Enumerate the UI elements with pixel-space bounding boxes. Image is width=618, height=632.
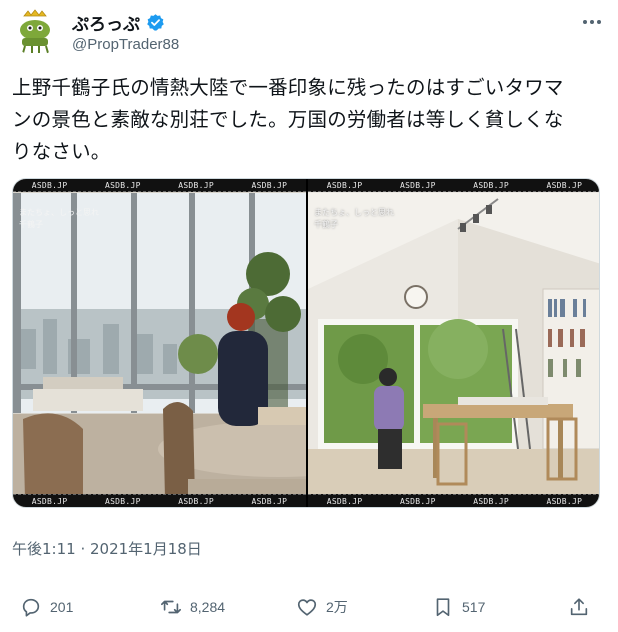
caption-line: またちょ、しっと思れ — [314, 208, 394, 217]
crowned-bug-avatar-icon — [12, 8, 60, 56]
caption-line: 千鶴子 — [314, 220, 338, 229]
like-count: 2万 — [326, 599, 348, 615]
tweet-text-line: ンの景色と素敵な別荘でした。万国の労働者は等しく貧しくな — [12, 108, 564, 131]
watermark-strip: ASDB.JP ASDB.JP ASDB.JP ASDB.JP — [308, 179, 599, 192]
reply-icon — [22, 598, 40, 617]
author-name-row[interactable]: ぷろっぷ — [72, 10, 165, 35]
reply-button[interactable]: 201 — [20, 596, 73, 618]
watermark-text: ASDB.JP — [104, 180, 141, 190]
watermark-text: ASDB.JP — [546, 496, 583, 506]
retweet-icon — [161, 600, 181, 614]
watermark-text: ASDB.JP — [251, 180, 288, 190]
watermark-text: ASDB.JP — [326, 180, 363, 190]
bookmark-count: 517 — [462, 599, 486, 615]
watermark-strip: ASDB.JP ASDB.JP ASDB.JP ASDB.JP — [13, 179, 306, 192]
tweet-media[interactable]: ASDB.JP ASDB.JP ASDB.JP ASDB.JP またちょ、しっと… — [12, 178, 600, 508]
tweet-timestamp[interactable]: 午後1:11 · 2021年1月18日 — [12, 538, 202, 559]
tweet-actions-bar: 201 8,284 2万 517 — [12, 596, 608, 628]
watermark-text: ASDB.JP — [326, 496, 363, 506]
tweet-text-line: りなさい。 — [12, 140, 111, 163]
watermark-strip: ASDB.JP ASDB.JP ASDB.JP ASDB.JP — [308, 494, 599, 507]
author-handle[interactable]: @PropTrader88 — [72, 36, 179, 53]
caption-line: またちょ、しっと思れ — [19, 208, 99, 217]
watermark-text: ASDB.JP — [31, 180, 68, 190]
verified-badge-icon — [147, 14, 164, 31]
watermark-text: ASDB.JP — [104, 496, 141, 506]
video-caption: またちょ、しっと思れ 千鶴子 — [314, 207, 394, 231]
watermark-text: ASDB.JP — [178, 496, 215, 506]
watermark-text: ASDB.JP — [546, 180, 583, 190]
watermark-text: ASDB.JP — [178, 180, 215, 190]
more-options-icon[interactable] — [580, 12, 604, 32]
watermark-text: ASDB.JP — [399, 180, 436, 190]
watermark-text: ASDB.JP — [473, 180, 510, 190]
share-icon — [570, 598, 588, 616]
author-display-name[interactable]: ぷろっぷ — [72, 10, 140, 35]
photo-villa[interactable]: ASDB.JP ASDB.JP ASDB.JP ASDB.JP またちょ、しっと… — [308, 179, 599, 507]
retweet-button[interactable]: 8,284 — [160, 596, 225, 618]
video-caption: またちょ、しっと思れ 千鶴子 — [19, 207, 99, 231]
watermark-text: ASDB.JP — [473, 496, 510, 506]
heart-icon — [297, 599, 317, 616]
bookmark-icon — [436, 598, 450, 617]
avatar[interactable] — [12, 8, 60, 56]
bookmark-button[interactable]: 517 — [432, 596, 485, 618]
reply-count: 201 — [50, 599, 74, 615]
watermark-text: ASDB.JP — [399, 496, 436, 506]
caption-line: 千鶴子 — [19, 220, 43, 229]
watermark-strip: ASDB.JP ASDB.JP ASDB.JP ASDB.JP — [13, 494, 306, 507]
watermark-text: ASDB.JP — [31, 496, 68, 506]
tweet-header: ぷろっぷ @PropTrader88 — [12, 6, 608, 64]
photo-tower-apartment[interactable]: ASDB.JP ASDB.JP ASDB.JP ASDB.JP またちょ、しっと… — [13, 179, 306, 507]
tweet-text-line: 上野千鶴子氏の情熱大陸で一番印象に残ったのはすごいタワマ — [12, 76, 564, 99]
retweet-count: 8,284 — [190, 599, 226, 615]
tweet-text: 上野千鶴子氏の情熱大陸で一番印象に残ったのはすごいタワマ ンの景色と素敵な別荘で… — [12, 72, 608, 168]
like-button[interactable]: 2万 — [296, 596, 348, 618]
share-button[interactable] — [568, 596, 590, 618]
watermark-text: ASDB.JP — [251, 496, 288, 506]
